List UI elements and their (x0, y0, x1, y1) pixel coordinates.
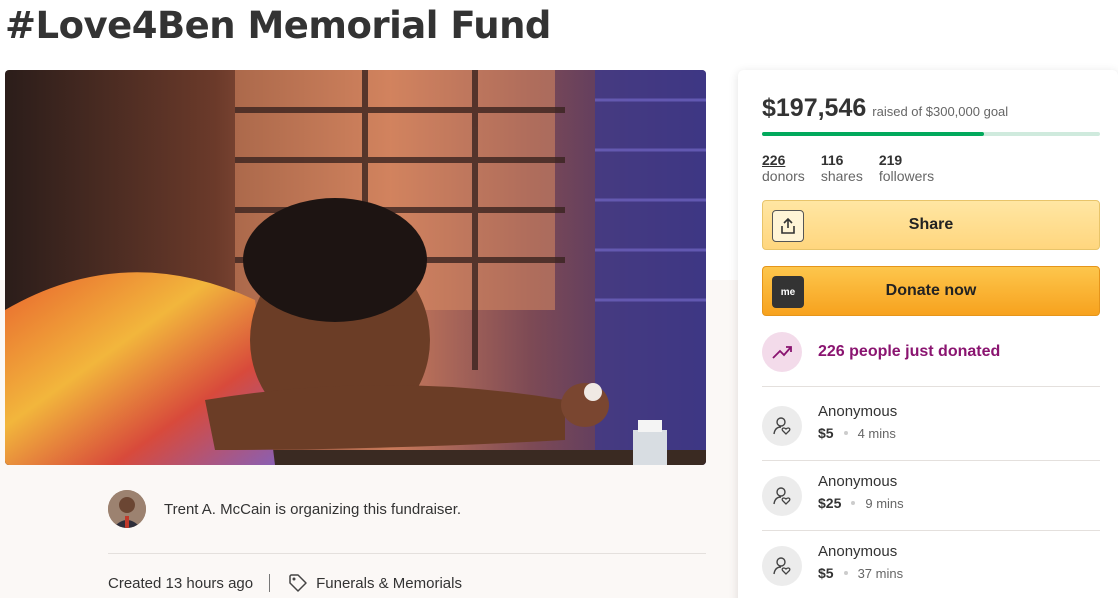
stat-value: 116 (820, 152, 844, 168)
donation-amount: $5 (818, 425, 834, 441)
goal-text: raised of $300,000 goal (872, 104, 1009, 119)
hero-image (5, 70, 706, 465)
organizer-text: Trent A. McCain is organizing this fundr… (164, 500, 462, 518)
donor-heart-icon (762, 546, 802, 586)
recent-donations-banner[interactable]: 226 people just donated (762, 332, 1000, 372)
gofundme-logo-icon: me (772, 276, 804, 308)
donor-heart-icon (762, 406, 802, 446)
donor-heart-icon (762, 476, 802, 516)
progress-fill (762, 132, 985, 136)
upload-icon (772, 210, 804, 242)
meta-separator (269, 574, 271, 592)
donation-sidebar: $197,546 raised of $300,000 goal 226 don… (738, 70, 1118, 598)
trending-up-icon (762, 332, 802, 372)
amount-raised-row: $197,546 raised of $300,000 goal (762, 94, 1008, 123)
donation-item: Anonymous $5 37 mins (762, 543, 903, 586)
share-label: Share (908, 216, 954, 233)
stat-label: donors (762, 168, 805, 184)
organizer-row: Trent A. McCain is organizing this fundr… (108, 490, 461, 528)
donation-time: 37 mins (857, 565, 904, 581)
separator-dot (843, 571, 848, 575)
amount-raised: $197,546 (762, 94, 867, 122)
donation-time: 9 mins (865, 495, 904, 511)
donation-item: Anonymous $25 9 mins (762, 473, 904, 516)
progress-bar (762, 132, 1100, 136)
donor-name: Anonymous (818, 473, 898, 490)
stat-value[interactable]: 226 (762, 152, 805, 168)
created-text: Created 13 hours ago (108, 574, 254, 592)
organizer-avatar[interactable] (108, 490, 146, 528)
donation-amount: $5 (818, 565, 834, 581)
donor-name: Anonymous (818, 403, 898, 420)
stats-row: 226 donors 116 shares 219 followers (762, 152, 950, 184)
tag-icon (289, 574, 307, 592)
campaign-meta: Created 13 hours ago Funerals & Memorial… (108, 573, 462, 593)
separator-dot (851, 501, 856, 505)
divider (762, 460, 1100, 461)
donation-item: Anonymous $5 4 mins (762, 403, 897, 446)
recent-donations-text: 226 people just donated (818, 343, 1001, 360)
share-button[interactable]: Share (762, 200, 1100, 250)
stat-donors[interactable]: 226 donors (762, 152, 805, 184)
donate-button[interactable]: me Donate now (762, 266, 1100, 316)
divider (762, 386, 1100, 387)
stat-followers: 219 followers (879, 152, 934, 184)
stat-label: shares (820, 168, 863, 184)
divider (108, 553, 706, 554)
stat-label: followers (878, 168, 935, 184)
donate-label: Donate now (885, 282, 977, 299)
donate-icon-text: me (780, 286, 796, 298)
separator-dot (843, 431, 848, 435)
stat-value: 219 (878, 152, 903, 168)
stat-shares: 116 shares (821, 152, 863, 184)
donation-time: 4 mins (857, 425, 896, 441)
category-link[interactable]: Funerals & Memorials (316, 575, 462, 592)
donor-name: Anonymous (818, 543, 898, 560)
donation-amount: $25 (818, 495, 842, 511)
page-title: #Love4Ben Memorial Fund (5, 4, 551, 47)
divider (762, 530, 1100, 531)
